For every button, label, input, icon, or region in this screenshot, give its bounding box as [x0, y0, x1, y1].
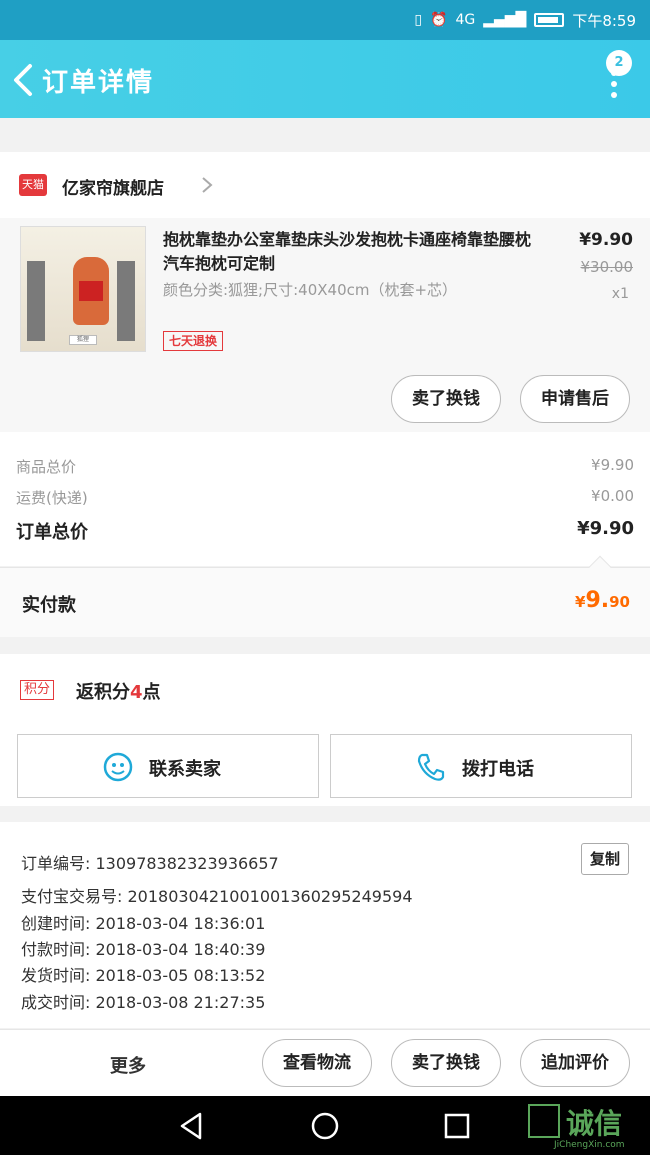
completed-time: 成交时间: 2018-03-08 21:27:35: [21, 993, 266, 1012]
back-arrow-icon[interactable]: [10, 62, 40, 98]
shipped-time: 发货时间: 2018-03-05 08:13:52: [21, 966, 266, 985]
seven-day-return-badge: 七天退换: [163, 331, 224, 351]
watermark-logo: 诚信 JiChengXin.com: [528, 1100, 648, 1152]
add-review-button[interactable]: 追加评价: [520, 1039, 630, 1087]
bottom-action-bar: 更多 查看物流 卖了换钱 追加评价: [0, 1029, 650, 1096]
tmall-logo-icon: 天猫: [19, 174, 47, 196]
shipping-value: ¥0.00: [591, 487, 634, 505]
shipping-row: 运费(快递) ¥0.00: [16, 487, 634, 508]
product-original-price: ¥30.00: [580, 258, 634, 276]
goods-total-label: 商品总价: [16, 458, 77, 476]
paid-time: 付款时间: 2018-03-04 18:40:39: [21, 940, 266, 959]
call-phone-label: 拨打电话: [462, 759, 534, 780]
alarm-icon: ⏰: [430, 12, 448, 28]
watermark-url: JiChengXin.com: [554, 1140, 625, 1150]
product-thumbnail[interactable]: 狐狸: [20, 226, 146, 352]
status-bar: ▯ ⏰ 4G ▂▄▆█ 下午8:59: [0, 0, 650, 40]
battery-icon: [534, 13, 565, 27]
points-and-contact: 积分 返积分4点 联系卖家 拨打电话: [0, 654, 650, 806]
product-name[interactable]: 抱枕靠垫办公室靠垫床头沙发抱枕卡通座椅靠垫腰枕汽车抱枕可定制: [163, 228, 533, 276]
actual-payment-amount: ¥9.90: [575, 588, 630, 613]
sell-for-cash-button[interactable]: 卖了换钱: [391, 375, 501, 423]
price-summary: 商品总价 ¥9.90 运费(快递) ¥0.00 订单总价 ¥9.90: [0, 432, 650, 566]
order-total-value: ¥9.90: [577, 518, 634, 539]
contact-seller-label: 联系卖家: [149, 759, 221, 780]
product-price: ¥9.90: [579, 230, 633, 250]
view-logistics-button[interactable]: 查看物流: [262, 1039, 372, 1087]
network-type: 4G: [455, 12, 476, 28]
page-title: 订单详情: [42, 68, 155, 98]
nav-back-icon[interactable]: [176, 1110, 208, 1142]
goods-total-row: 商品总价 ¥9.90: [16, 456, 634, 477]
order-number: 订单编号: 1309783823239366​57: [21, 854, 279, 873]
chat-bubble-icon: [103, 752, 133, 782]
alipay-transaction-number: 支付宝交易号: 2018030421001001360295249594: [21, 887, 413, 906]
points-tag: 积分: [20, 680, 55, 700]
shipping-label: 运费(快递): [16, 489, 88, 507]
call-phone-button[interactable]: 拨打电话: [330, 734, 632, 798]
apply-after-sale-button[interactable]: 申请售后: [520, 375, 630, 423]
product-item[interactable]: 狐狸 抱枕靠垫办公室靠垫床头沙发抱枕卡通座椅靠垫腰枕汽车抱枕可定制 颜色分类:狐…: [0, 218, 650, 432]
watermark-seal-icon: [528, 1104, 560, 1138]
chevron-right-icon: [202, 177, 213, 193]
product-quantity: x1: [611, 286, 629, 302]
more-menu-icon[interactable]: [608, 70, 620, 110]
product-spec: 颜色分类:狐狸;尺寸:40X40cm（枕套+芯）: [163, 281, 458, 299]
order-total-row: 订单总价 ¥9.90: [16, 518, 634, 544]
nav-home-icon[interactable]: [309, 1110, 341, 1142]
order-total-label: 订单总价: [16, 522, 88, 543]
app-header: 订单详情 2: [0, 40, 650, 118]
copy-button[interactable]: 复制: [581, 843, 629, 875]
vibrate-icon: ▯: [414, 12, 423, 28]
thumb-tag: 狐狸: [69, 335, 97, 345]
created-time: 创建时间: 2018-03-04 18:36:01: [21, 914, 266, 933]
nav-recents-icon[interactable]: [441, 1110, 473, 1142]
shop-name[interactable]: 亿家帘旗舰店: [62, 174, 164, 199]
points-text: 返积分4点: [76, 682, 161, 703]
sell-for-cash-button-bottom[interactable]: 卖了换钱: [391, 1039, 501, 1087]
contact-seller-button[interactable]: 联系卖家: [17, 734, 319, 798]
actual-payment-row: 实付款 ¥9.90: [0, 555, 650, 637]
goods-total-value: ¥9.90: [591, 456, 634, 474]
more-button[interactable]: 更多: [110, 1052, 146, 1078]
order-info: 订单编号: 1309783823239366​57 复制 支付宝交易号: 201…: [0, 822, 650, 1028]
phone-icon: [417, 753, 445, 781]
shop-row[interactable]: 天猫 亿家帘旗舰店: [0, 152, 650, 218]
actual-payment-label: 实付款: [22, 595, 76, 616]
signal-icon: ▂▄▆█: [483, 12, 527, 28]
status-time: 下午8:59: [572, 11, 636, 30]
watermark-text: 诚信: [566, 1107, 623, 1140]
